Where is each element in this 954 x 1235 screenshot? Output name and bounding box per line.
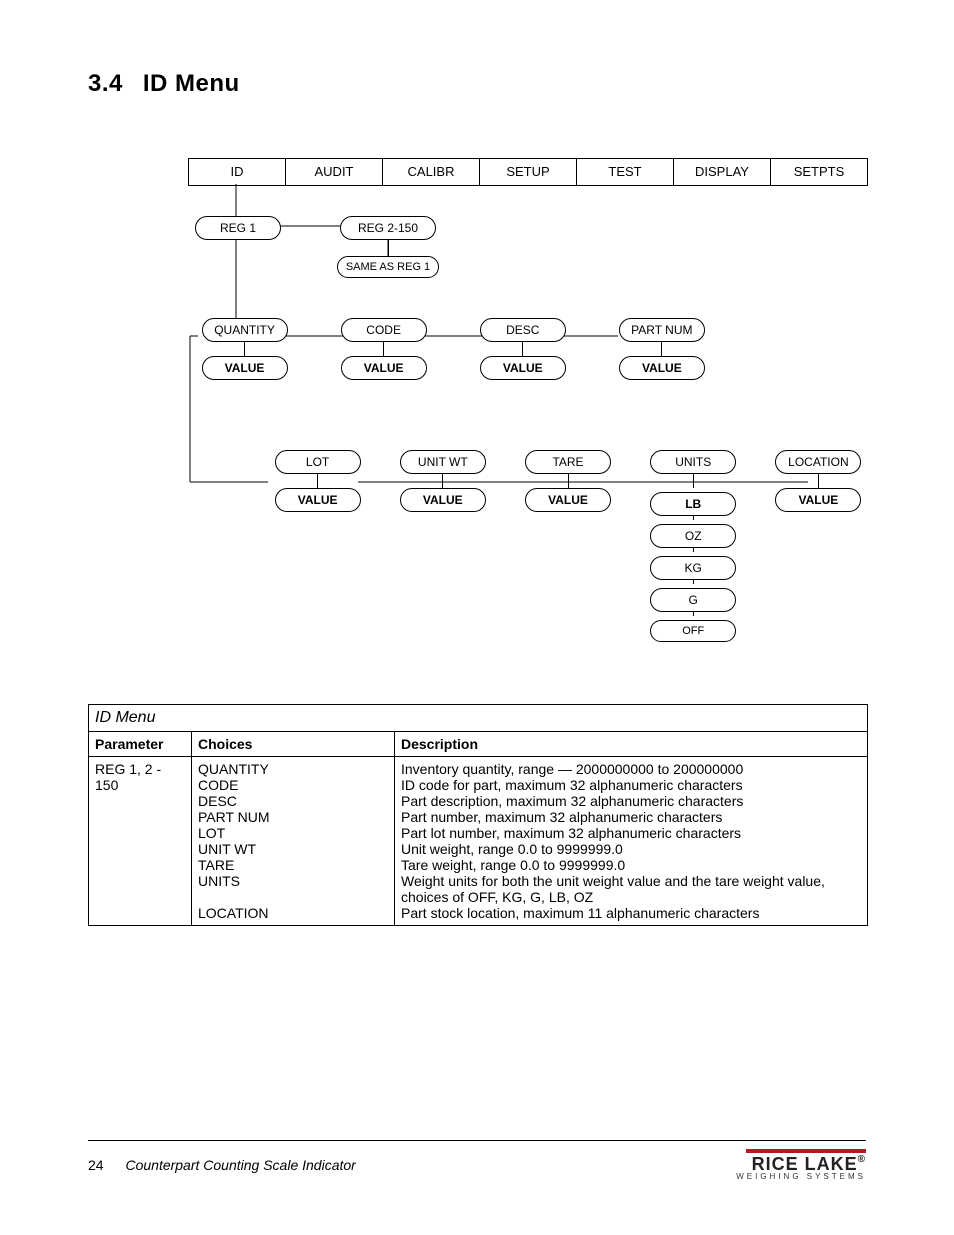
node-units-g: G — [650, 588, 736, 612]
menu-tab-row: ID AUDIT CALIBR SETUP TEST DISPLAY SETPT… — [188, 158, 868, 186]
menu-diagram: ID AUDIT CALIBR SETUP TEST DISPLAY SETPT… — [188, 158, 868, 642]
page-number: 24 — [88, 1157, 104, 1173]
node-code: CODE — [341, 318, 427, 342]
td-descriptions: Inventory quantity, range — 2000000000 t… — [395, 757, 868, 926]
choice-tare: TARE — [198, 857, 388, 873]
node-same-as-reg1: SAME AS REG 1 — [337, 256, 439, 278]
node-units-stack: UNITS LB OZ KG G OFF — [644, 450, 743, 642]
menu-tab-audit: AUDIT — [285, 158, 382, 186]
logo-accent — [746, 1149, 866, 1153]
desc-quantity: Inventory quantity, range — 2000000000 t… — [401, 761, 861, 777]
choice-lot: LOT — [198, 825, 388, 841]
node-units-oz: OZ — [650, 524, 736, 548]
node-partnum-value: VALUE — [619, 356, 705, 380]
choice-code: CODE — [198, 777, 388, 793]
choice-unitwt: UNIT WT — [198, 841, 388, 857]
desc-desc: Part description, maximum 32 alphanumeri… — [401, 793, 861, 809]
page-footer: 24 Counterpart Counting Scale Indicator … — [88, 1140, 866, 1181]
node-units-off: OFF — [650, 620, 736, 642]
th-choices: Choices — [192, 732, 395, 757]
reg-row: REG 1 REG 2-150 SAME AS REG 1 — [188, 216, 868, 278]
choice-units: UNITS — [198, 873, 388, 889]
row-a: QUANTITY VALUE CODE VALUE DESC VALUE PAR… — [188, 318, 868, 380]
node-quantity: QUANTITY — [202, 318, 288, 342]
choice-quantity: QUANTITY — [198, 761, 388, 777]
id-menu-table: ID Menu Parameter Choices Description RE… — [88, 704, 868, 926]
th-parameter: Parameter — [89, 732, 192, 757]
menu-tab-setup: SETUP — [479, 158, 576, 186]
node-location: LOCATION — [775, 450, 861, 474]
node-quantity-value: VALUE — [202, 356, 288, 380]
node-partnum: PART NUM — [619, 318, 705, 342]
node-tare: TARE — [525, 450, 611, 474]
choice-location: LOCATION — [198, 905, 388, 921]
td-parameter: REG 1, 2 - 150 — [89, 757, 192, 926]
row-b: LOT VALUE UNIT WT VALUE TARE VALUE UNITS — [268, 450, 868, 642]
section-number: 3.4 — [88, 70, 123, 97]
doc-title: Counterpart Counting Scale Indicator — [125, 1157, 355, 1173]
brand-subtitle: WEIGHING SYSTEMS — [736, 1173, 866, 1181]
choice-partnum: PART NUM — [198, 809, 388, 825]
desc-tare: Tare weight, range 0.0 to 9999999.0 — [401, 857, 861, 873]
section-heading: 3.4 ID Menu — [88, 70, 868, 98]
node-units: UNITS — [650, 450, 736, 474]
desc-code: ID code for part, maximum 32 alphanumeri… — [401, 777, 861, 793]
node-desc: DESC — [480, 318, 566, 342]
menu-tab-test: TEST — [576, 158, 673, 186]
node-unitwt-value: VALUE — [400, 488, 486, 512]
node-lot-value: VALUE — [275, 488, 361, 512]
node-reg1: REG 1 — [195, 216, 281, 240]
choice-desc: DESC — [198, 793, 388, 809]
desc-units: Weight units for both the unit weight va… — [401, 873, 861, 905]
node-units-kg: KG — [650, 556, 736, 580]
brand-name: RICE LAKE — [752, 1154, 858, 1174]
th-description: Description — [395, 732, 868, 757]
node-units-lb: LB — [650, 492, 736, 516]
menu-tab-calibr: CALIBR — [382, 158, 479, 186]
desc-partnum: Part number, maximum 32 alphanumeric cha… — [401, 809, 861, 825]
node-location-value: VALUE — [775, 488, 861, 512]
node-tare-value: VALUE — [525, 488, 611, 512]
section-title-text: ID Menu — [143, 70, 240, 97]
node-unitwt: UNIT WT — [400, 450, 486, 474]
node-reg2-150: REG 2-150 — [340, 216, 436, 240]
menu-tab-setpts: SETPTS — [770, 158, 868, 186]
brand-logo: RICE LAKE® WEIGHING SYSTEMS — [736, 1149, 866, 1181]
node-desc-value: VALUE — [480, 356, 566, 380]
menu-tab-id: ID — [188, 158, 285, 186]
menu-tab-display: DISPLAY — [673, 158, 770, 186]
node-code-value: VALUE — [341, 356, 427, 380]
table-title: ID Menu — [89, 705, 868, 732]
registered-icon: ® — [858, 1154, 866, 1165]
td-choices: QUANTITY CODE DESC PART NUM LOT UNIT WT … — [192, 757, 395, 926]
desc-location: Part stock location, maximum 11 alphanum… — [401, 905, 861, 921]
desc-lot: Part lot number, maximum 32 alphanumeric… — [401, 825, 861, 841]
node-lot: LOT — [275, 450, 361, 474]
desc-unitwt: Unit weight, range 0.0 to 9999999.0 — [401, 841, 861, 857]
